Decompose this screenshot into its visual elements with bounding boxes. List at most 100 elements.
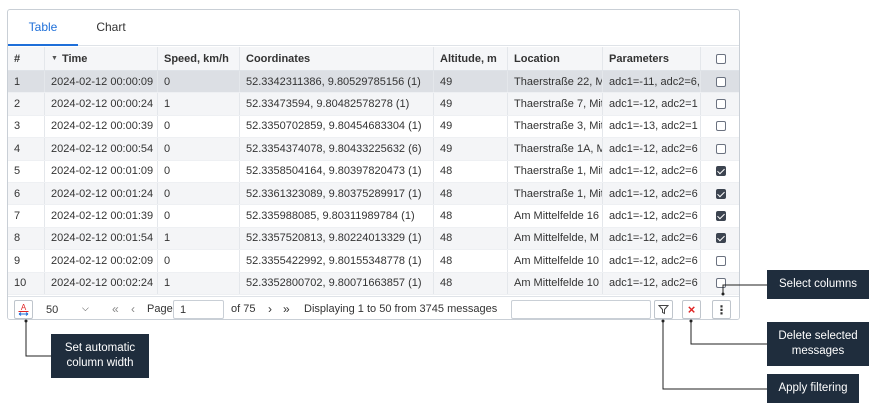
auto-column-width-button[interactable]: A — [14, 300, 33, 319]
chevron-down-icon: ⌵ — [82, 303, 89, 313]
table-row[interactable]: 2 2024-02-12 00:00:24 1 52.33473594, 9.8048… — [8, 93, 739, 116]
row-time: 2024-02-12 00:02:09 — [45, 250, 158, 272]
row-coordinates: 52.335988085, 9.80311989784 (1) — [240, 205, 434, 227]
row-location: Thaerstraße 1, Mit — [508, 183, 603, 205]
callout-auto-width: Set automatic column width — [51, 334, 149, 378]
table-row[interactable]: 9 2024-02-12 00:02:09 0 52.3355422992, 9.80… — [8, 250, 739, 273]
filter-input[interactable] — [511, 300, 651, 319]
table-row[interactable]: 3 2024-02-12 00:00:39 0 52.3350702859, 9.80… — [8, 115, 739, 139]
tab-table[interactable]: Table — [8, 10, 78, 46]
row-checkbox[interactable] — [716, 211, 726, 222]
select-columns-button[interactable]: ⋮ — [712, 300, 731, 319]
row-altitude: 49 — [434, 138, 508, 160]
tab-chart[interactable]: Chart — [78, 10, 144, 46]
row-coordinates: 52.3358504164, 9.80397820473 (1) — [240, 160, 434, 182]
row-checkbox[interactable] — [716, 121, 726, 132]
header-altitude[interactable]: Altitude, m — [434, 47, 508, 70]
row-parameters: adc1=-12, adc2=6 — [603, 160, 701, 182]
row-checkbox[interactable] — [716, 255, 726, 266]
row-coordinates: 52.3361323089, 9.80375289917 (1) — [240, 183, 434, 205]
callout-delete-selected: Delete selected messages — [767, 322, 869, 366]
row-altitude: 49 — [434, 71, 508, 93]
pagination-toolbar: A 50 ⌵ « ‹ Page of 75 › » Displaying 1 t… — [8, 296, 739, 319]
row-select-cell — [701, 228, 739, 249]
row-time: 2024-02-12 00:01:09 — [45, 160, 158, 182]
header-time[interactable]: ▼ Time — [45, 47, 158, 70]
prev-page-icon[interactable]: ‹ — [131, 302, 135, 316]
row-select-cell — [701, 183, 739, 204]
row-speed: 0 — [158, 71, 240, 93]
row-speed: 1 — [158, 93, 240, 115]
row-parameters: adc1=-12, adc2=6 — [603, 205, 701, 227]
row-coordinates: 52.3350702859, 9.80454683304 (1) — [240, 115, 434, 138]
row-location: Thaerstraße 22, M — [508, 71, 603, 93]
row-number: 2 — [8, 93, 45, 115]
row-select-cell — [701, 250, 739, 271]
row-time: 2024-02-12 00:00:09 — [45, 71, 158, 93]
row-location: Thaerstraße 7, Mit — [508, 93, 603, 115]
row-time: 2024-02-12 00:00:39 — [45, 115, 158, 138]
row-parameters: adc1=-12, adc2=6 — [603, 227, 701, 250]
row-coordinates: 52.3357520813, 9.80224013329 (1) — [240, 227, 434, 250]
row-number: 3 — [8, 115, 45, 138]
row-altitude: 49 — [434, 93, 508, 115]
header-parameters[interactable]: Parameters — [603, 47, 701, 70]
table-row[interactable]: 4 2024-02-12 00:00:54 0 52.3354374078, 9.80… — [8, 138, 739, 161]
row-speed: 0 — [158, 205, 240, 227]
header-location[interactable]: Location — [508, 47, 603, 70]
table-row[interactable]: 8 2024-02-12 00:01:54 1 52.3357520813, 9.80… — [8, 227, 739, 251]
row-coordinates: 52.3342311386, 9.80529785156 (1) — [240, 71, 434, 93]
next-page-icon[interactable]: › — [268, 302, 272, 316]
first-page-icon[interactable]: « — [112, 302, 119, 316]
row-checkbox[interactable] — [716, 233, 726, 244]
row-checkbox[interactable] — [716, 99, 726, 110]
table-row[interactable]: 1 2024-02-12 00:00:09 0 52.3342311386, 9.80… — [8, 71, 739, 94]
row-location: Thaerstraße 3, Mit — [508, 115, 603, 138]
close-icon: × — [687, 302, 696, 317]
row-select-cell — [701, 71, 739, 92]
row-time: 2024-02-12 00:00:54 — [45, 138, 158, 160]
select-all-checkbox[interactable] — [716, 53, 726, 64]
row-select-cell — [701, 205, 739, 226]
row-speed: 1 — [158, 227, 240, 250]
row-coordinates: 52.3354374078, 9.80433225632 (6) — [240, 138, 434, 160]
row-number: 8 — [8, 227, 45, 250]
page-count-label: of 75 — [231, 303, 256, 315]
row-number: 6 — [8, 183, 45, 205]
page-size-value: 50 — [46, 303, 59, 316]
header-coordinates[interactable]: Coordinates — [240, 47, 434, 70]
delete-selected-button[interactable]: × — [682, 300, 701, 319]
row-parameters: adc1=-12, adc2=6 — [603, 250, 701, 272]
row-parameters: adc1=-11, adc2=6, — [603, 71, 701, 93]
tab-bar: Table Chart — [8, 10, 739, 46]
callout-select-columns: Select columns — [767, 270, 869, 299]
apply-filter-button[interactable] — [654, 300, 673, 319]
row-checkbox[interactable] — [716, 76, 726, 87]
displaying-status: Displaying 1 to 50 from 3745 messages — [304, 303, 498, 315]
row-speed: 0 — [158, 183, 240, 205]
header-number[interactable]: # — [8, 47, 45, 70]
callout-apply-filtering: Apply filtering — [767, 374, 859, 403]
table-row[interactable]: 10 2024-02-12 00:02:24 1 52.3352800702, 9.8… — [8, 272, 739, 295]
row-checkbox[interactable] — [716, 188, 726, 199]
row-select-cell — [701, 93, 739, 114]
row-number: 9 — [8, 250, 45, 272]
table-row[interactable]: 6 2024-02-12 00:01:24 0 52.3361323089, 9.80… — [8, 183, 739, 206]
last-page-icon[interactable]: » — [283, 302, 290, 316]
row-number: 4 — [8, 138, 45, 160]
table-row[interactable]: 5 2024-02-12 00:01:09 0 52.3358504164, 9.80… — [8, 160, 739, 183]
header-speed[interactable]: Speed, km/h — [158, 47, 240, 70]
page-number-input[interactable] — [173, 300, 224, 319]
select-all-cell — [701, 47, 739, 70]
row-checkbox[interactable] — [716, 143, 726, 154]
row-altitude: 48 — [434, 183, 508, 205]
row-speed: 0 — [158, 138, 240, 160]
row-location: Am Mittelfelde 10 — [508, 272, 603, 294]
row-altitude: 48 — [434, 272, 508, 294]
row-checkbox[interactable] — [716, 278, 726, 289]
table-row[interactable]: 7 2024-02-12 00:01:39 0 52.335988085, 9.803… — [8, 205, 739, 228]
row-number: 1 — [8, 71, 45, 93]
page-size-select[interactable]: 50 ⌵ — [42, 300, 96, 319]
row-checkbox[interactable] — [716, 166, 726, 177]
more-vertical-icon: ⋮ — [715, 302, 728, 317]
